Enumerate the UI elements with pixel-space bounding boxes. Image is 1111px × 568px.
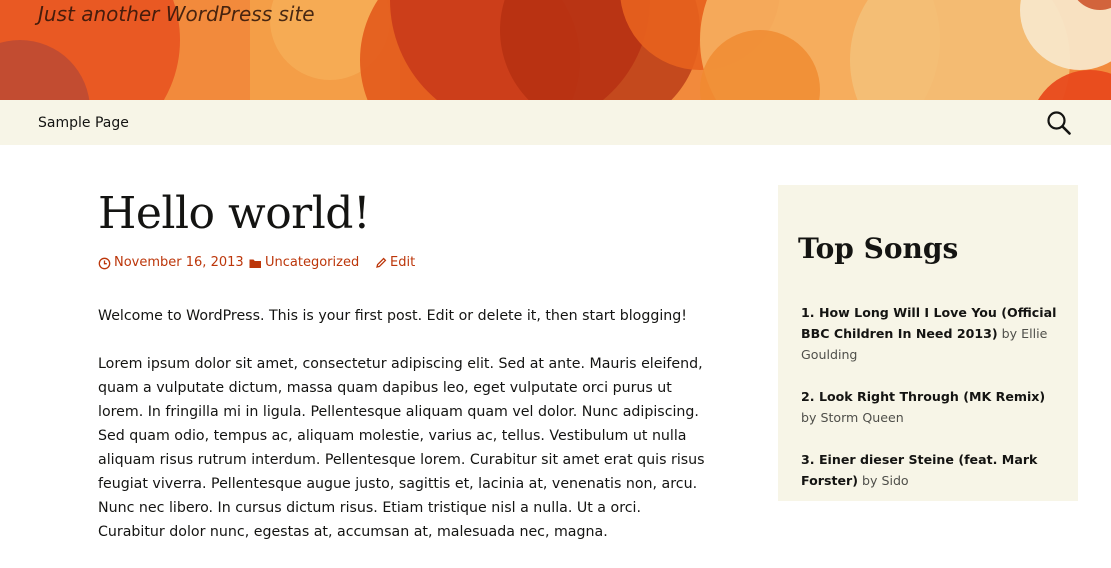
folder-icon: [249, 259, 261, 268]
post-paragraph: Lorem ipsum dolor sit amet, consectetur …: [98, 356, 705, 540]
list-item: 1. How Long Will I Love You (Official BB…: [801, 302, 1063, 365]
clock-icon: [98, 257, 111, 269]
post-title[interactable]: Hello world!: [98, 186, 371, 242]
search-icon[interactable]: [1046, 110, 1072, 136]
song-number: 2.: [801, 389, 815, 404]
post-edit: Edit: [390, 255, 416, 270]
sidebar-widget: Top Songs 1. How Long Will I Love You (O…: [778, 185, 1078, 501]
post-category-link[interactable]: Uncategorized: [249, 254, 359, 272]
widget-title: Top Songs: [798, 232, 959, 265]
post-date: November 16, 2013: [114, 255, 244, 270]
header-banner: Just another WordPress site: [0, 0, 1111, 100]
nav-item-sample-page[interactable]: Sample Page: [38, 114, 129, 132]
post-paragraph: Welcome to WordPress. This is your first…: [98, 308, 687, 324]
post-date-link[interactable]: November 16, 2013: [98, 254, 244, 272]
post-edit-link[interactable]: Edit: [375, 254, 415, 272]
song-artist: by Storm Queen: [801, 410, 904, 425]
list-item: 3. Einer dieser Steine (feat. Mark Forst…: [801, 449, 1063, 491]
song-number: 1.: [801, 305, 815, 320]
song-title[interactable]: Einer dieser Steine (feat. Mark Forster): [801, 452, 1037, 488]
list-item: 2. Look Right Through (MK Remix) by Stor…: [801, 386, 1063, 428]
navigation-bar: Sample Page: [0, 100, 1111, 145]
post-content: Welcome to WordPress. This is your first…: [98, 304, 708, 568]
song-title[interactable]: Look Right Through (MK Remix): [819, 389, 1045, 404]
site-tagline: Just another WordPress site: [38, 2, 315, 26]
post-category: Uncategorized: [265, 255, 360, 270]
song-number: 3.: [801, 452, 815, 467]
song-artist: by Sido: [862, 473, 909, 488]
songs-list: 1. How Long Will I Love You (Official BB…: [801, 302, 1063, 512]
pencil-icon: [376, 257, 387, 268]
